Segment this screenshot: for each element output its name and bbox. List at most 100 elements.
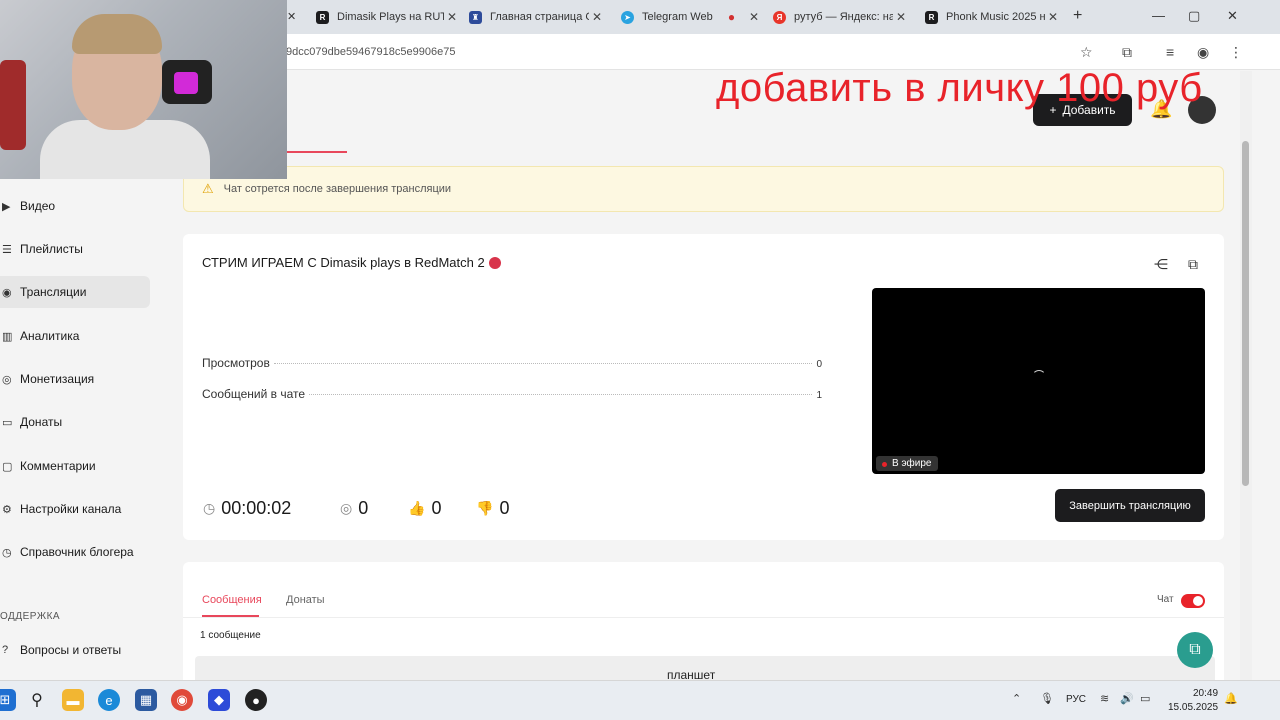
bookmark-star-icon[interactable]: ☆ bbox=[1080, 44, 1093, 61]
sidebar-item-label: Вопросы и ответы bbox=[20, 643, 122, 657]
active-tab-close-icon[interactable]: ✕ bbox=[287, 10, 296, 23]
clock-date[interactable]: 15.05.2025 bbox=[1168, 702, 1218, 713]
sidebar-section-support: ОДДЕРЖКА bbox=[0, 611, 61, 622]
language-indicator[interactable]: РУС bbox=[1066, 694, 1086, 705]
search-icon[interactable]: ⚲ bbox=[26, 689, 48, 711]
stat-chat-messages: Сообщений в чате 1 bbox=[202, 387, 822, 401]
windows-taskbar: ⊞ ⚲ ▬ e ▦ ◉ ◆ ● bbox=[0, 680, 1280, 720]
sidebar-item-faq[interactable]: ? Вопросы и ответы bbox=[0, 634, 150, 666]
chat-toggle-switch[interactable] bbox=[1181, 594, 1205, 608]
comment-icon: ▢ bbox=[2, 460, 13, 473]
tab-phonk-music[interactable]: R Phonk Music 2025 на RUTUBE ✕ bbox=[917, 4, 1061, 30]
chat-bubble-icon: ⧉ bbox=[1189, 641, 1201, 658]
clock-time[interactable]: 20:49 bbox=[1193, 688, 1218, 699]
sidebar-item-label: Аналитика bbox=[20, 329, 80, 343]
notification-icon[interactable]: 🔔 bbox=[1224, 692, 1238, 705]
record-favicon-icon: ● bbox=[727, 10, 736, 24]
chat-toggle-label: Чат bbox=[1157, 594, 1174, 605]
duration-value: 00:00:02 bbox=[221, 498, 292, 518]
sidebar-item-label: Видео bbox=[20, 199, 56, 213]
extensions-icon[interactable]: ⧉ bbox=[1122, 44, 1132, 61]
sidebar-item-label: Плейлисты bbox=[20, 242, 83, 256]
webcam-rgb-light bbox=[174, 72, 198, 94]
tab-close-icon[interactable]: ✕ bbox=[893, 10, 909, 24]
wifi-icon[interactable]: ≋ bbox=[1100, 692, 1109, 705]
stream-overlay-text: добавить в личку 100 руб bbox=[716, 66, 1203, 110]
tray-overflow-icon[interactable]: ⌃ bbox=[1012, 692, 1021, 705]
file-explorer-icon[interactable]: ▬ bbox=[62, 689, 84, 711]
media-control-icon[interactable]: ≡ bbox=[1166, 44, 1174, 60]
sidebar-item-comments[interactable]: ▢ Комментарии bbox=[0, 450, 150, 482]
store-icon[interactable]: ▦ bbox=[135, 689, 157, 711]
open-external-icon[interactable]: ⧉ bbox=[1188, 256, 1198, 273]
url-text[interactable]: 9dcc079dbe59467918c5e9906e75 bbox=[286, 46, 455, 58]
stream-title: СТРИМ ИГРАЕМ С Dimasik plays в RedMatch … bbox=[202, 255, 501, 270]
tab-recording[interactable]: ● ✕ bbox=[717, 4, 759, 30]
new-tab-button[interactable]: + bbox=[1073, 7, 1082, 25]
sidebar-item-donations[interactable]: ▭ Донаты bbox=[0, 406, 150, 438]
broadcast-icon: ◉ bbox=[2, 286, 12, 299]
gear-icon: ⚙ bbox=[2, 503, 12, 516]
volume-icon[interactable]: 🔊 bbox=[1120, 692, 1134, 705]
loading-spinner-icon bbox=[1032, 370, 1046, 384]
page-scrollbar[interactable] bbox=[1240, 71, 1252, 680]
window-close-icon[interactable]: ✕ bbox=[1227, 8, 1238, 24]
tab-close-icon[interactable]: ✕ bbox=[746, 10, 762, 24]
stream-preview-player[interactable]: В эфире bbox=[872, 288, 1205, 474]
tab-close-icon[interactable]: ✕ bbox=[1045, 10, 1061, 24]
sidebar-item-channel-settings[interactable]: ⚙ Настройки канала bbox=[0, 493, 150, 525]
chrome-browser-icon[interactable]: ◉ bbox=[171, 689, 193, 711]
obs-icon[interactable]: ● bbox=[245, 689, 267, 711]
sidebar-item-label: Справочник блогера bbox=[20, 545, 134, 559]
start-menu-icon[interactable]: ⊞ bbox=[0, 689, 16, 711]
message-count: 1 сообщение bbox=[200, 630, 261, 641]
metric-duration: ◷ 00:00:02 bbox=[203, 498, 291, 519]
share-icon[interactable]: ⋲ bbox=[1154, 256, 1168, 273]
sidebar-item-monetization[interactable]: ◎ Монетизация bbox=[0, 363, 150, 395]
tab-donations[interactable]: Донаты bbox=[286, 594, 325, 606]
dotted-leader bbox=[309, 394, 813, 395]
clock-icon: ◷ bbox=[203, 500, 216, 516]
sidebar-item-analytics[interactable]: ▥ Аналитика bbox=[0, 320, 150, 352]
microphone-icon[interactable]: 🎙 bbox=[1040, 692, 1054, 705]
tab-telegram[interactable]: ➤ Telegram Web bbox=[613, 4, 717, 30]
tab-yandex-search[interactable]: Я рутуб — Яндекс: нашлось ✕ bbox=[765, 4, 909, 30]
edge-browser-icon[interactable]: e bbox=[98, 689, 120, 711]
tab-close-icon[interactable]: ✕ bbox=[589, 10, 605, 24]
sidebar-item-label: Трансляции bbox=[20, 285, 87, 299]
warning-text: Чат сотрется после завершения трансляции bbox=[223, 183, 452, 195]
sidebar-item-label: Донаты bbox=[20, 415, 63, 429]
sidebar-item-label: Комментарии bbox=[20, 459, 96, 473]
red-ball-emoji-icon bbox=[488, 256, 501, 269]
scrollbar-thumb[interactable] bbox=[1242, 141, 1249, 486]
donation-icon: ▭ bbox=[2, 416, 13, 429]
viewers-value: 0 bbox=[358, 498, 369, 518]
metric-viewers: ◎ 0 bbox=[340, 498, 368, 519]
playlist-icon: ☰ bbox=[2, 243, 12, 256]
sidebar-item-playlists[interactable]: ☰ Плейлисты bbox=[0, 233, 150, 265]
sidebar-item-streams[interactable]: ◉ Трансляции bbox=[0, 276, 150, 308]
sidebar-item-label: Монетизация bbox=[20, 372, 95, 386]
stat-label: Просмотров bbox=[202, 356, 270, 370]
tab-close-icon[interactable]: ✕ bbox=[444, 10, 460, 24]
tab-studio-home[interactable]: ♜ Главная страница Студии ✕ bbox=[461, 4, 605, 30]
end-stream-button[interactable]: Завершить трансляцию bbox=[1055, 489, 1205, 522]
tab-title: Phonk Music 2025 на RUTUBE bbox=[946, 11, 1045, 23]
minimize-icon[interactable]: — bbox=[1152, 8, 1165, 23]
dotted-leader bbox=[273, 363, 813, 364]
tab-title: Telegram Web bbox=[642, 11, 713, 23]
roblox-studio-icon[interactable]: ◆ bbox=[208, 689, 230, 711]
browser-menu-icon[interactable]: ⋮ bbox=[1229, 44, 1243, 61]
help-icon: ? bbox=[2, 644, 9, 656]
sidebar-item-blogger-guide[interactable]: ◷ Справочник блогера bbox=[0, 536, 150, 568]
support-chat-button[interactable]: ⧉ bbox=[1177, 632, 1213, 668]
active-tab-underline bbox=[202, 615, 259, 617]
profile-icon[interactable]: ◉ bbox=[1197, 44, 1209, 61]
tab-messages[interactable]: Сообщения bbox=[202, 594, 262, 606]
stat-views: Просмотров 0 bbox=[202, 356, 822, 370]
sidebar-item-video[interactable]: ▶ Видео bbox=[0, 190, 150, 222]
tab-dimasik-plays[interactable]: R Dimasik Plays на RUTUBE ✕ bbox=[308, 4, 460, 30]
maximize-icon[interactable]: ▢ bbox=[1188, 8, 1200, 24]
battery-icon[interactable]: ▭ bbox=[1140, 692, 1150, 705]
stream-title-text: СТРИМ ИГРАЕМ С Dimasik plays в RedMatch … bbox=[202, 255, 485, 270]
